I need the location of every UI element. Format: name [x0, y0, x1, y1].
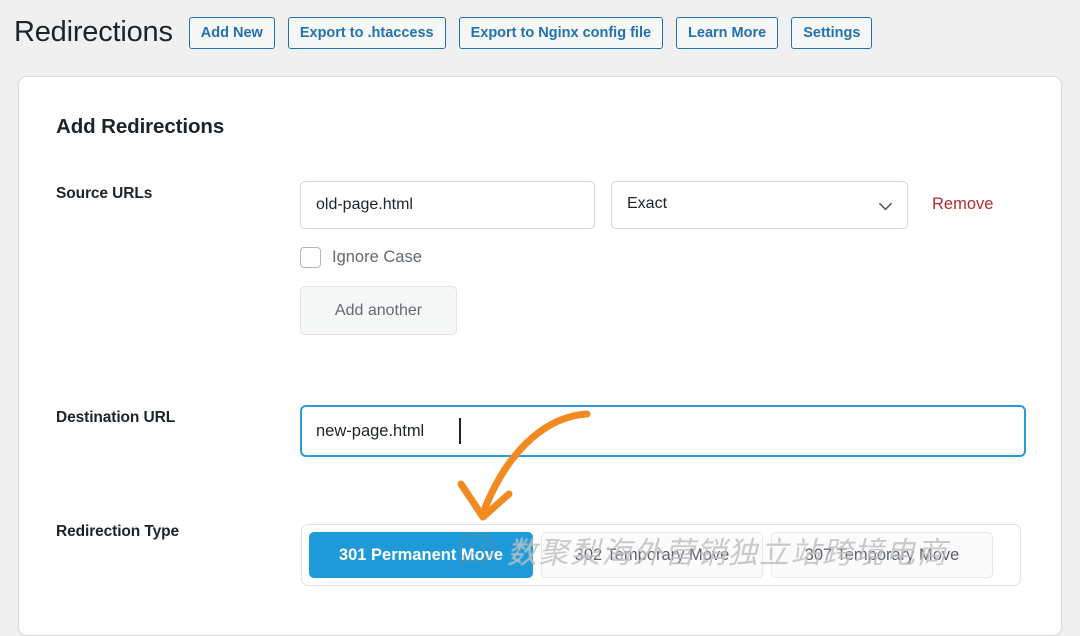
remove-link[interactable]: Remove — [932, 195, 993, 214]
redirection-type-option-301[interactable]: 301 Permanent Move — [309, 532, 533, 578]
ignore-case-checkbox[interactable] — [300, 247, 321, 268]
export-htaccess-button[interactable]: Export to .htaccess — [288, 17, 446, 49]
page-title: Redirections — [14, 18, 173, 49]
redirection-type-option-302[interactable]: 302 Temporary Move — [541, 532, 763, 578]
redirection-type-option-301-label: 301 Permanent Move — [339, 546, 503, 565]
ignore-case-row: Ignore Case — [300, 247, 422, 268]
source-url-input[interactable] — [300, 181, 595, 229]
settings-button[interactable]: Settings — [791, 17, 872, 49]
panel-heading: Add Redirections — [56, 115, 224, 139]
redirection-type-option-307[interactable]: 307 Temporary Move — [771, 532, 993, 578]
text-caret — [459, 418, 461, 444]
learn-more-button-label: Learn More — [688, 25, 766, 41]
redirection-type-label: Redirection Type — [56, 523, 179, 541]
add-another-button[interactable]: Add another — [300, 286, 457, 335]
redirection-type-option-302-label: 302 Temporary Move — [575, 546, 730, 565]
destination-url-label: Destination URL — [56, 409, 175, 427]
add-new-button[interactable]: Add New — [189, 17, 275, 49]
source-urls-label: Source URLs — [56, 185, 152, 203]
match-type-select[interactable]: Exact — [611, 181, 908, 229]
learn-more-button[interactable]: Learn More — [676, 17, 778, 49]
chevron-down-icon — [878, 199, 893, 214]
add-redirections-panel: Add Redirections Source URLs Exact Remov… — [18, 76, 1062, 636]
add-new-button-label: Add New — [201, 25, 263, 41]
redirection-type-option-307-label: 307 Temporary Move — [805, 546, 960, 565]
add-another-button-label: Add another — [335, 302, 422, 320]
page-header: Redirections Add New Export to .htaccess… — [0, 0, 1080, 66]
redirection-type-button-group: 301 Permanent Move 302 Temporary Move 30… — [301, 524, 1021, 586]
settings-button-label: Settings — [803, 25, 860, 41]
export-htaccess-button-label: Export to .htaccess — [300, 25, 434, 41]
export-nginx-button-label: Export to Nginx config file — [471, 25, 651, 41]
match-type-selected-value: Exact — [627, 195, 667, 213]
export-nginx-button[interactable]: Export to Nginx config file — [459, 17, 663, 49]
destination-url-input[interactable] — [300, 405, 1026, 457]
ignore-case-label: Ignore Case — [332, 248, 422, 267]
